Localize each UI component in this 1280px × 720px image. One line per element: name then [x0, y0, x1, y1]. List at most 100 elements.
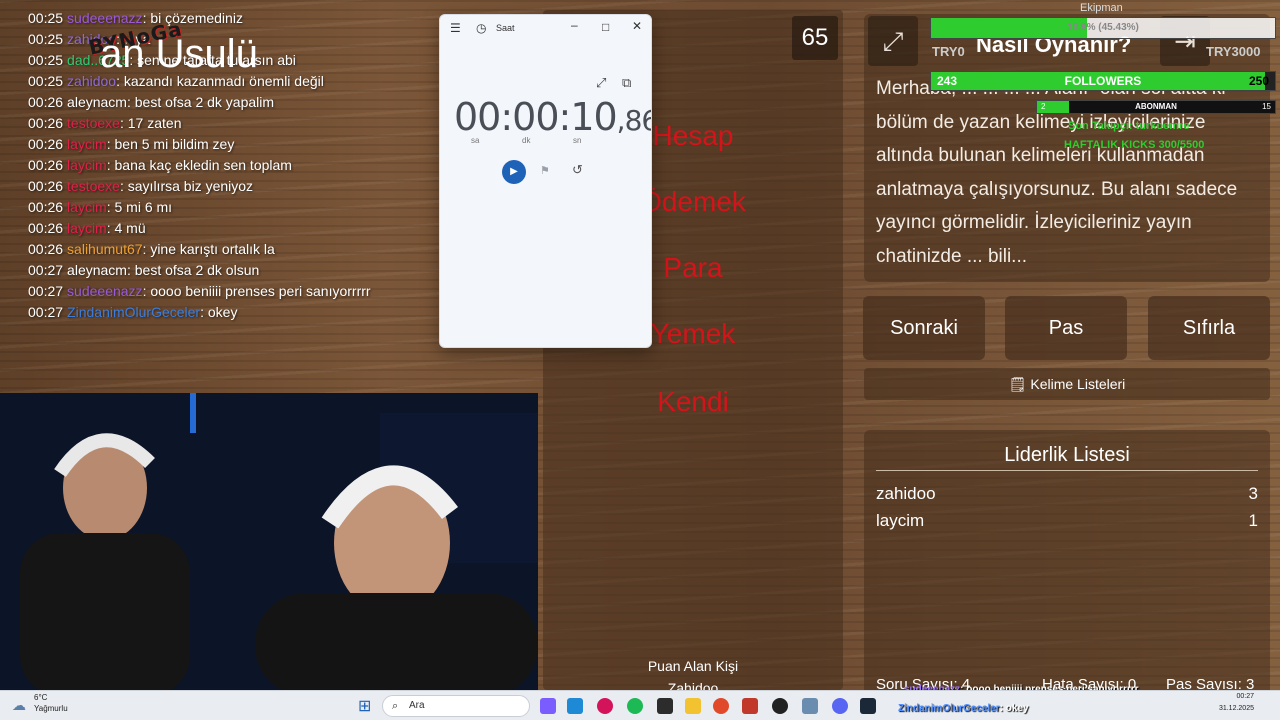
- chat-username[interactable]: laycim: [67, 136, 107, 152]
- chat-message: 00:26 salihumut67: yine karıştı ortalık l…: [0, 239, 440, 260]
- currency-left: TRY0: [932, 44, 965, 59]
- clock-time: 00:27: [1236, 693, 1254, 700]
- chat-text: : 4 mü: [106, 220, 146, 236]
- obs-icon[interactable]: [772, 698, 788, 714]
- clock-title: Saat: [496, 23, 515, 33]
- edge-icon[interactable]: [567, 698, 583, 714]
- followers-label: FOLLOWERS: [1064, 74, 1142, 88]
- chat-username[interactable]: aleynacm: [67, 262, 127, 278]
- chat-username[interactable]: testoexe: [67, 115, 120, 131]
- hamburger-menu-icon[interactable]: ☰: [450, 21, 461, 35]
- chat-timestamp: 00:27: [28, 262, 64, 278]
- chat-timestamp: 00:26: [28, 136, 64, 152]
- chat-username[interactable]: testoexe: [67, 178, 120, 194]
- leaderboard-score: 1: [1248, 511, 1258, 530]
- media-player-icon[interactable]: [597, 698, 613, 714]
- notepad-icon: 🗒: [1008, 376, 1031, 392]
- expand-icon[interactable]: ⤢: [596, 75, 606, 91]
- chat-message: 00:26 testoexe: sayılırsa biz yeniyoz: [0, 176, 440, 197]
- stopwatch-main: 00:00:10: [454, 95, 618, 139]
- weekly-kicks: HAFTALIK KICKS 300/5500: [1064, 139, 1205, 151]
- minimize-icon[interactable]: –: [571, 18, 578, 32]
- leaderboard-name: laycim: [876, 511, 925, 530]
- chat-timestamp: 00:26: [28, 115, 64, 131]
- chat-message: 00:26 aleynacm: best ofsa 2 dk yapalim: [0, 92, 440, 113]
- chat-message: 00:27 aleynacm: best ofsa 2 dk olsun: [0, 260, 440, 281]
- chat-timestamp: 00:26: [28, 94, 64, 110]
- weather-condition: Yağmurlu: [34, 704, 68, 713]
- search-icon: ⌕: [392, 700, 399, 712]
- subs-bar: ABONMAN 2 15: [1036, 100, 1276, 114]
- chat-timestamp: 00:26: [28, 241, 64, 257]
- word-lists-label: Kelime Listeleri: [1030, 376, 1126, 392]
- chat-message: 00:27 ZindanimOlurGeceler: okey: [0, 302, 440, 323]
- chat-text: : best ofsa 2 dk olsun: [126, 262, 260, 278]
- app-icon[interactable]: [742, 698, 758, 714]
- search-input[interactable]: ⌕ Ara: [382, 695, 530, 717]
- chat-username[interactable]: sudeeenazz: [67, 283, 143, 299]
- chat-timestamp: 00:25: [28, 52, 64, 68]
- stopwatch-display: 00:00:10,86: [454, 95, 651, 139]
- word-lists-button[interactable]: 🗒 Kelime Listeleri: [864, 368, 1270, 400]
- search-placeholder: Ara: [409, 700, 425, 711]
- last-scorer-label: Puan Alan Kişi: [647, 658, 739, 674]
- chat-text: : ben 5 mi bildim zey: [106, 136, 235, 152]
- webcam-feed: [0, 393, 538, 696]
- chat-text: : bana kaç ekledin sen toplam: [106, 157, 292, 173]
- leaderboard-score: 3: [1248, 484, 1258, 503]
- goal-label: Ekipman: [1080, 2, 1123, 14]
- chat-username[interactable]: laycim: [67, 157, 107, 173]
- chat-text: : sayılırsa biz yeniyoz: [119, 178, 254, 194]
- chat-timestamp: 00:26: [28, 178, 64, 194]
- followers-bar: FOLLOWERS 243 250: [930, 71, 1276, 91]
- maximize-icon[interactable]: □: [602, 20, 609, 34]
- spotify-icon[interactable]: [627, 698, 643, 714]
- lap-flag-icon[interactable]: ⚑: [540, 164, 550, 177]
- weather-icon[interactable]: ☁: [12, 697, 26, 714]
- discord-icon[interactable]: [832, 698, 848, 714]
- leaderboard-panel: Liderlik Listesi zahidoo 3 laycim 1: [864, 430, 1270, 700]
- chat-username[interactable]: ZindanimOlurGeceler: [67, 304, 200, 320]
- next-button[interactable]: Sonraki: [863, 296, 985, 360]
- reset-stopwatch-icon[interactable]: ↺: [572, 162, 583, 178]
- play-button[interactable]: ▶: [502, 160, 526, 184]
- chat-username[interactable]: sudeeenazz: [67, 10, 143, 26]
- followers-target: 250: [1248, 74, 1269, 88]
- subs-current: 2: [1041, 102, 1046, 111]
- overlay-chat-line-2: ZindanimOlurGeceler: okey: [898, 703, 1029, 714]
- taskbar: ☁ 6°C Yağmurlu ⊞ ⌕ Ara 00:27 31.12.2025: [0, 690, 1280, 720]
- chat-text: : yine karıştı ortalık la: [142, 241, 275, 257]
- chat-username[interactable]: aleynacm: [67, 94, 127, 110]
- terminal-icon[interactable]: [657, 698, 673, 714]
- chat-username[interactable]: laycim: [67, 220, 107, 236]
- file-explorer-icon[interactable]: [685, 698, 701, 714]
- chrome-icon[interactable]: [713, 698, 729, 714]
- goal-bar: 10.9% (45.43%): [930, 17, 1276, 39]
- steam-icon[interactable]: [860, 698, 876, 714]
- weather-temp: 6°C: [34, 693, 48, 702]
- fullscreen-icon[interactable]: ⤢: [868, 16, 918, 66]
- chat-text: : okey: [200, 304, 238, 320]
- chat-username[interactable]: salihumut67: [67, 241, 143, 257]
- chat-username[interactable]: laycim: [67, 199, 107, 215]
- stopwatch-ms: ,86: [616, 104, 651, 137]
- compact-overlay-icon[interactable]: ⧉: [622, 75, 631, 91]
- round-timer: 65: [792, 16, 838, 60]
- forbidden-word-5: Kendi: [657, 386, 729, 417]
- copilot-icon[interactable]: [540, 698, 556, 714]
- subs-label: ABONMAN: [1135, 102, 1177, 111]
- chat-text: : 17 zaten: [119, 115, 182, 131]
- unit-minutes: dk: [522, 136, 531, 145]
- start-icon[interactable]: ⊞: [358, 696, 371, 716]
- chat-message: 00:27 sudeeenazz: oooo beniiii prenses pe…: [0, 281, 440, 302]
- pass-button[interactable]: Pas: [1005, 296, 1127, 360]
- settings-icon[interactable]: [802, 698, 818, 714]
- clock-date: 31.12.2025: [1218, 705, 1254, 712]
- unit-hours: sa: [471, 136, 480, 145]
- unit-seconds: sn: [573, 136, 582, 145]
- reset-button[interactable]: Sıfırla: [1148, 296, 1270, 360]
- game-title: an Usulü: [100, 32, 258, 76]
- close-icon[interactable]: ✕: [632, 19, 642, 33]
- chat-timestamp: 00:26: [28, 199, 64, 215]
- leaderboard-title: Liderlik Listesi: [1004, 444, 1130, 466]
